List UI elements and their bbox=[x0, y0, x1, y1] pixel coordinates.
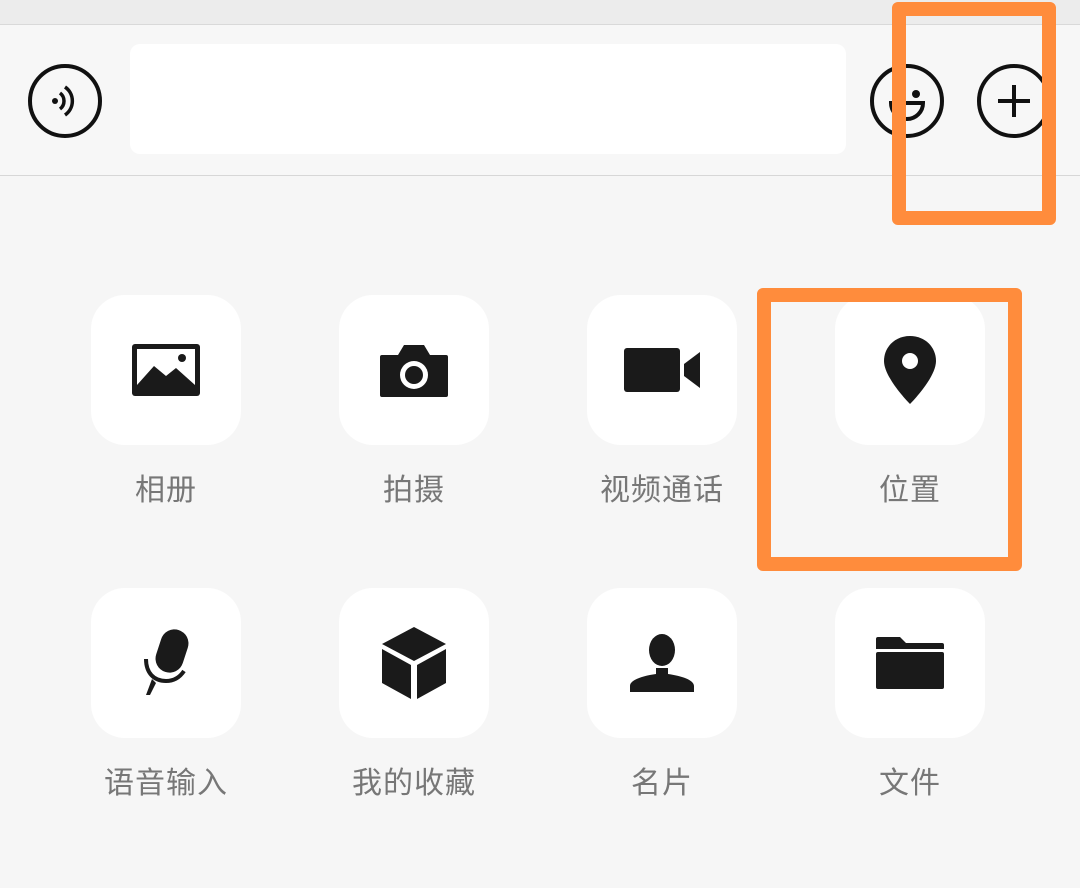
location-item[interactable]: 位置 bbox=[835, 295, 985, 509]
camera-label: 拍摄 bbox=[383, 473, 445, 508]
voice-input-tile[interactable] bbox=[91, 588, 241, 738]
file-label: 文件 bbox=[879, 766, 941, 801]
video-call-tile[interactable] bbox=[587, 295, 737, 445]
voice-button[interactable] bbox=[28, 64, 102, 138]
chat-input-bar bbox=[0, 25, 1080, 176]
contact-card-icon bbox=[630, 634, 694, 692]
camera-icon bbox=[380, 345, 448, 397]
voice-icon bbox=[52, 85, 75, 117]
more-functions-button[interactable] bbox=[977, 64, 1051, 138]
video-call-item[interactable]: 视频通话 bbox=[587, 295, 737, 509]
video-call-icon bbox=[624, 348, 700, 392]
file-tile[interactable] bbox=[835, 588, 985, 738]
plus-icon bbox=[998, 85, 1030, 117]
message-input[interactable] bbox=[130, 44, 846, 154]
album-tile[interactable] bbox=[91, 295, 241, 445]
file-item[interactable]: 文件 bbox=[835, 588, 985, 802]
favorites-label: 我的收藏 bbox=[352, 766, 476, 801]
favorites-tile[interactable] bbox=[339, 588, 489, 738]
photo-album-icon bbox=[132, 344, 200, 396]
favorites-item[interactable]: 我的收藏 bbox=[339, 588, 489, 802]
album-item[interactable]: 相册 bbox=[91, 295, 241, 509]
business-card-label: 名片 bbox=[631, 766, 693, 801]
video-call-label: 视频通话 bbox=[600, 473, 724, 508]
location-tile[interactable] bbox=[835, 295, 985, 445]
emoji-icon bbox=[888, 90, 926, 121]
business-card-tile[interactable] bbox=[587, 588, 737, 738]
location-label: 位置 bbox=[879, 473, 941, 508]
microphone-icon bbox=[144, 629, 189, 695]
camera-tile[interactable] bbox=[339, 295, 489, 445]
emoji-button[interactable] bbox=[870, 64, 944, 138]
top-strip bbox=[0, 0, 1080, 25]
album-label: 相册 bbox=[135, 473, 197, 508]
folder-icon bbox=[876, 637, 944, 689]
voice-input-label: 语音输入 bbox=[104, 766, 228, 801]
camera-item[interactable]: 拍摄 bbox=[339, 295, 489, 509]
business-card-item[interactable]: 名片 bbox=[587, 588, 737, 802]
voice-input-item[interactable]: 语音输入 bbox=[91, 588, 241, 802]
favorites-cube-icon bbox=[382, 627, 446, 699]
location-pin-icon bbox=[884, 336, 936, 404]
